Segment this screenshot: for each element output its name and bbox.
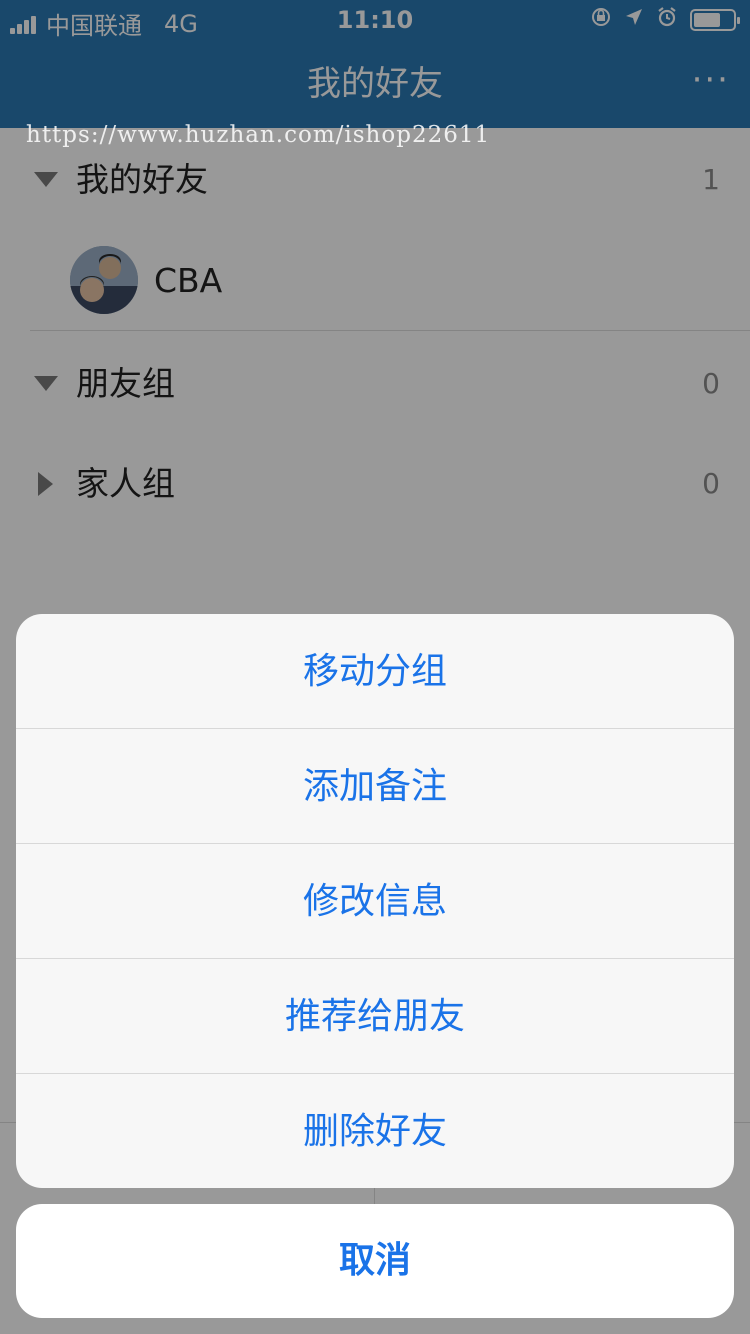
add-remark-button[interactable]: 添加备注: [16, 729, 734, 844]
delete-friend-button[interactable]: 删除好友: [16, 1074, 734, 1188]
move-group-button[interactable]: 移动分组: [16, 614, 734, 729]
action-sheet: 移动分组 添加备注 修改信息 推荐给朋友 删除好友: [16, 614, 734, 1188]
cancel-button[interactable]: 取消: [16, 1204, 734, 1318]
recommend-to-friend-button[interactable]: 推荐给朋友: [16, 959, 734, 1074]
edit-info-button[interactable]: 修改信息: [16, 844, 734, 959]
watermark-text: https://www.huzhan.com/ishop22611: [26, 122, 491, 148]
